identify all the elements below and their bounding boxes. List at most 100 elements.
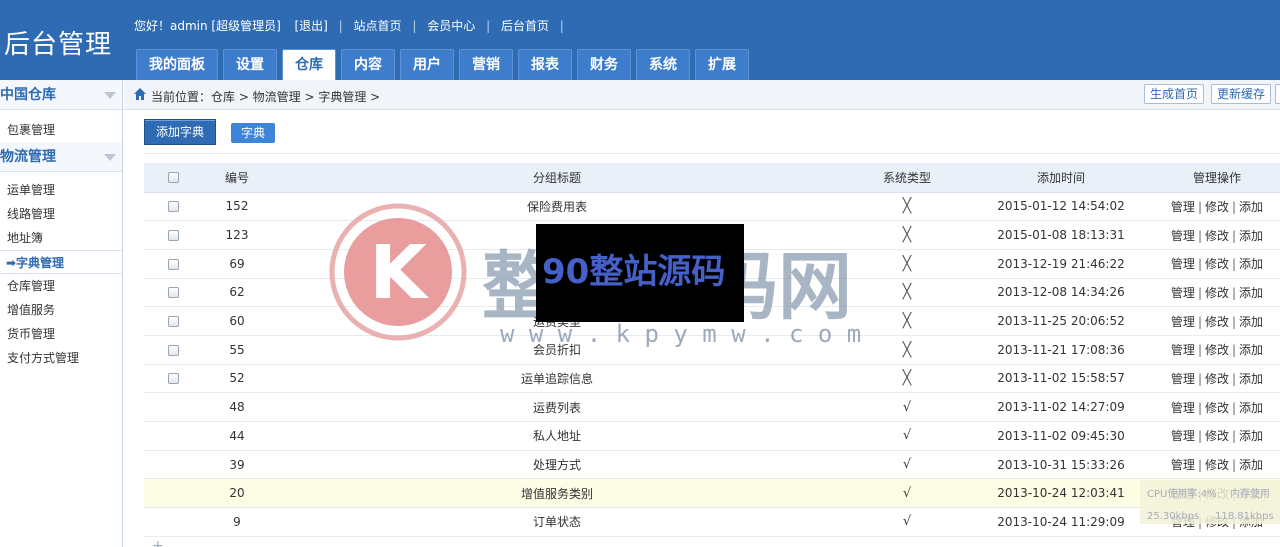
add-link[interactable]: 添加 (1239, 372, 1263, 386)
manage-link[interactable]: 管理 (1171, 257, 1195, 271)
add-link[interactable]: 添加 (1239, 429, 1263, 443)
add-link[interactable]: 添加 (1239, 458, 1263, 472)
add-link[interactable]: 添加 (1239, 515, 1263, 529)
add-link[interactable]: 添加 (1239, 401, 1263, 415)
manage-link[interactable]: 管理 (1171, 487, 1195, 501)
tab-system[interactable]: 系统 (636, 49, 690, 80)
table-row: 39 处理方式 √ 2013-10-31 15:33:26 管理 | 修改 | 添加 (144, 450, 1280, 480)
manage-link[interactable]: 管理 (1171, 286, 1195, 300)
edit-link[interactable]: 修改 (1205, 200, 1229, 214)
sidebar-item-address-book[interactable]: 地址簿 (0, 226, 122, 250)
add-link[interactable]: 添加 (1239, 286, 1263, 300)
row-added-time: 2015-01-12 14:54:02 (972, 192, 1150, 222)
manage-link[interactable]: 管理 (1171, 229, 1195, 243)
logout-link[interactable]: [退出] (294, 17, 327, 34)
edit-link[interactable]: 修改 (1205, 257, 1229, 271)
tab-users[interactable]: 用户 (400, 49, 454, 80)
add-link[interactable]: 添加 (1239, 200, 1263, 214)
row-actions: 管理 | 修改 | 添加 (1150, 421, 1280, 451)
manage-link[interactable]: 管理 (1171, 200, 1195, 214)
edit-link[interactable]: 修改 (1205, 372, 1229, 386)
add-dictionary-button[interactable]: 添加字典 (144, 119, 216, 145)
row-checkbox-cell (144, 249, 202, 279)
row-system-type: √ (842, 478, 972, 509)
manage-link[interactable]: 管理 (1171, 429, 1195, 443)
manage-link[interactable]: 管理 (1171, 458, 1195, 472)
row-checkbox[interactable] (167, 316, 179, 328)
row-checkbox[interactable] (167, 287, 179, 299)
admin-home-link[interactable]: 后台首页 (501, 17, 549, 34)
sidebar-item-packages[interactable]: 包裹管理 (0, 118, 122, 142)
row-id: 44 (202, 421, 272, 451)
table-row: 60 运费类型 ╳ 2013-11-25 20:06:52 管理 | 修改 | 添加 (144, 306, 1280, 336)
row-checkbox-cell (144, 220, 202, 250)
table-row: 123 手 ╳ 2015-01-08 18:13:31 管理 | 修改 | 添加 (144, 220, 1280, 250)
tab-warehouse[interactable]: 仓库 (282, 49, 336, 80)
row-id: 69 (202, 249, 272, 279)
member-center-link[interactable]: 会员中心 (427, 17, 475, 34)
row-title: 运费类型 (272, 306, 842, 336)
plus-icon[interactable]: + (152, 538, 164, 547)
sidebar-group-china-warehouse[interactable]: 中国仓库 (0, 80, 122, 110)
row-added-time: 2013-11-02 09:45:30 (972, 421, 1150, 451)
edit-link[interactable]: 修改 (1205, 343, 1229, 357)
refresh-cache-button[interactable]: 更新缓存 (1211, 84, 1272, 104)
tab-finance[interactable]: 财务 (577, 49, 631, 80)
table-row: 52 运单追踪信息 ╳ 2013-11-02 15:58:57 管理 | 修改 | 添加 (144, 364, 1280, 394)
add-link[interactable]: 添加 (1239, 343, 1263, 357)
row-checkbox-cell (144, 507, 202, 537)
manage-link[interactable]: 管理 (1171, 401, 1195, 415)
sidebar-group-logistics[interactable]: 物流管理 (0, 142, 122, 172)
edit-link[interactable]: 修改 (1205, 515, 1229, 529)
tab-content[interactable]: 内容 (341, 49, 395, 80)
manage-link[interactable]: 管理 (1171, 315, 1195, 329)
sidebar-item-value-added[interactable]: 增值服务 (0, 298, 122, 322)
row-checkbox[interactable] (167, 258, 179, 270)
add-link[interactable]: 添加 (1239, 487, 1263, 501)
generate-home-button[interactable]: 生成首页 (1144, 84, 1205, 104)
breadcrumb: 当前位置：仓库 > 物流管理 > 字典管理 > (151, 90, 381, 104)
home-icon[interactable] (133, 87, 147, 101)
sidebar-item-currency[interactable]: 货币管理 (0, 322, 122, 346)
edit-link[interactable]: 修改 (1205, 429, 1229, 443)
select-all-checkbox[interactable] (167, 172, 179, 184)
row-system-type: ╳ (842, 306, 972, 336)
edit-link[interactable]: 修改 (1205, 315, 1229, 329)
sidebar-item-waybills[interactable]: 运单管理 (0, 178, 122, 202)
add-link[interactable]: 添加 (1239, 257, 1263, 271)
dictionary-table: 编号 分组标题 系统类型 添加时间 管理操作 152 保险费用表 ╳ 2015-01-… (144, 163, 1280, 537)
tab-extensions[interactable]: 扩展 (695, 49, 749, 80)
edit-link[interactable]: 修改 (1205, 487, 1229, 501)
sidebar-item-routes[interactable]: 线路管理 (0, 202, 122, 226)
manage-link[interactable]: 管理 (1171, 515, 1195, 529)
edit-link[interactable]: 修改 (1205, 286, 1229, 300)
edit-link[interactable]: 修改 (1205, 229, 1229, 243)
add-link[interactable]: 添加 (1239, 229, 1263, 243)
row-id: 62 (202, 278, 272, 308)
tab-settings[interactable]: 设置 (223, 49, 277, 80)
more-button[interactable] (1275, 84, 1280, 104)
row-checkbox[interactable] (167, 230, 179, 242)
row-added-time: 2013-11-21 17:08:36 (972, 335, 1150, 365)
edit-link[interactable]: 修改 (1205, 458, 1229, 472)
add-link[interactable]: 添加 (1239, 315, 1263, 329)
row-checkbox[interactable] (167, 201, 179, 213)
table-header-row: 编号 分组标题 系统类型 添加时间 管理操作 (144, 163, 1280, 193)
sidebar-item-dictionary[interactable]: ➡字典管理 (0, 250, 122, 274)
site-home-link[interactable]: 站点首页 (354, 17, 402, 34)
tab-marketing[interactable]: 营销 (459, 49, 513, 80)
sidebar-item-warehouses[interactable]: 仓库管理 (0, 274, 122, 298)
manage-link[interactable]: 管理 (1171, 343, 1195, 357)
row-title: 私人地址 (272, 421, 842, 451)
sidebar-item-payment-methods[interactable]: 支付方式管理 (0, 346, 122, 370)
tab-dictionary[interactable]: 字典 (231, 123, 275, 143)
tab-my-panel[interactable]: 我的面板 (136, 49, 218, 80)
row-checkbox[interactable] (167, 344, 179, 356)
row-title: 会员折扣 (272, 335, 842, 365)
manage-link[interactable]: 管理 (1171, 372, 1195, 386)
edit-link[interactable]: 修改 (1205, 401, 1229, 415)
tab-reports[interactable]: 报表 (518, 49, 572, 80)
chevron-down-icon[interactable] (104, 92, 116, 99)
row-checkbox[interactable] (167, 373, 179, 385)
chevron-down-icon[interactable] (104, 154, 116, 161)
